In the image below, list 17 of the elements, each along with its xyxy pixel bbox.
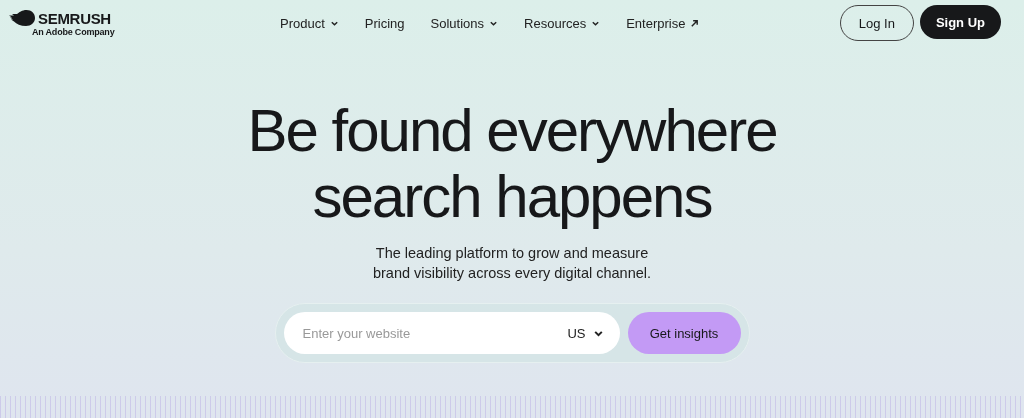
get-insights-button[interactable]: Get insights [627, 312, 741, 354]
country-select[interactable]: US [567, 325, 604, 341]
nav-link[interactable]: Pricing [364, 15, 405, 31]
nav-link[interactable]: Product [280, 15, 339, 31]
subtitle: The leading platform to grow and measure [375, 244, 649, 263]
signup-button[interactable]: Sign Up [919, 5, 1001, 39]
subtitle: brand visibility across every digital channel. [372, 264, 652, 283]
logo-wordmark: SEMRUSH [38, 9, 111, 27]
headline: search happens [312, 164, 712, 230]
headline: Be found everywhere [247, 98, 777, 164]
nav-link[interactable]: Enterprise [626, 15, 700, 31]
arrow-up-right-icon [690, 18, 700, 28]
nav-link[interactable]: Resources [524, 15, 601, 31]
logo-icon [9, 10, 35, 26]
logo-tagline: An Adobe Company [32, 26, 116, 37]
nav-link[interactable]: Solutions [430, 15, 499, 31]
website-input[interactable]: Enter your website US [283, 312, 620, 354]
